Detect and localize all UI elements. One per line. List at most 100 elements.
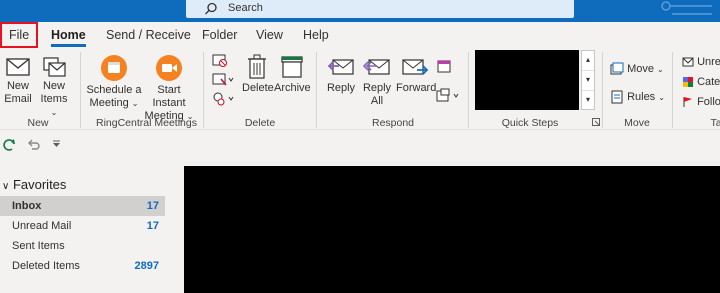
chevron-down-icon: ∨ [2,181,10,192]
archive-button[interactable]: Archive [274,54,311,95]
search-icon [205,2,217,15]
folder-inbox[interactable]: Inbox 17 [0,196,165,216]
group-separator [602,52,603,128]
message-list-redacted[interactable] [184,166,720,293]
group-label-delete: Delete [244,117,276,129]
group-label-new: New [27,117,49,129]
group-label-quick-steps: Quick Steps [501,117,559,129]
group-separator [672,52,673,128]
forward-label: Forward [396,82,437,94]
video-camera-icon [156,55,182,81]
delete-button[interactable]: Delete [242,54,274,95]
clean-up-button[interactable] [212,73,236,90]
new-email-label-1: New [6,80,29,92]
reply-all-button[interactable]: Reply All [360,54,394,108]
circuit-decoration-icon [661,1,712,15]
folder-deleted-items[interactable]: Deleted Items 2897 [0,256,165,276]
group-separator [80,52,81,128]
quick-steps-gallery[interactable] [475,50,579,110]
rules-button[interactable]: Rules ⌄ [610,90,665,104]
folder-unread-mail[interactable]: Unread Mail 17 [0,216,165,236]
send-receive-icon[interactable] [2,138,16,152]
reply-button[interactable]: Reply [324,54,358,95]
outlook-window: Search File Home Send / Receive Folder V… [0,0,720,293]
new-email-label-2: Email [4,93,32,105]
tab-folder[interactable]: Folder [202,28,237,42]
folder-pane: ∨ Favorites Inbox 17 Unread Mail 17 Sent… [0,160,180,293]
schedule-label-1: Schedule a [86,84,142,96]
more-icon[interactable]: ▾ [582,91,594,111]
calendar-icon [101,55,127,81]
folder-name: Inbox [12,200,42,212]
chevron-down-icon: ⌄ [50,108,58,117]
categorize-label: Categ [697,76,720,88]
follow-up-label: Follo [697,96,720,108]
forward-button[interactable]: Forward [396,54,437,95]
tab-view[interactable]: View [256,28,283,42]
move-button[interactable]: Move ⌄ [610,62,664,76]
schedule-meeting-button[interactable]: Schedule a Meeting ⌄ [86,54,142,110]
customize-toolbar-icon[interactable] [52,140,61,148]
im-icon [436,88,459,102]
follow-up-button[interactable]: Follo [682,96,720,108]
flag-icon [683,97,692,108]
ignore-button[interactable] [212,54,228,71]
group-separator [468,52,469,128]
reply-all-icon [363,59,390,75]
start-instant-meeting-button[interactable]: Start Instant Meeting ⌄ [140,54,198,123]
new-email-button[interactable]: New Email [2,56,34,106]
tab-help[interactable]: Help [303,28,329,42]
reply-icon [327,59,354,75]
new-items-label-1: New [42,80,65,92]
group-label-ringcentral: RingCentral Meetings [96,117,197,129]
meeting-reply-button[interactable] [436,58,452,77]
tab-home[interactable]: Home [51,28,86,47]
unread-count: 2897 [134,260,159,272]
junk-button[interactable] [212,92,236,109]
rules-icon [611,90,623,104]
categorize-button[interactable]: Categ [682,76,720,88]
clean-up-icon [212,73,234,86]
ignore-icon [212,54,227,67]
rules-label: Rules [627,90,656,103]
folder-name: Sent Items [12,240,65,252]
trash-icon [248,54,266,79]
archive-icon [281,56,303,78]
categorize-icon [683,77,693,88]
folder-name: Deleted Items [12,260,80,272]
favorites-header[interactable]: ∨ Favorites [2,177,66,192]
envelope-icon [6,58,30,76]
tab-send-receive[interactable]: Send / Receive [106,28,191,42]
junk-icon [213,92,234,106]
title-bar: Search [0,0,720,22]
folder-sent-items[interactable]: Sent Items [0,236,165,256]
new-items-icon [43,57,66,77]
unread-icon [682,57,694,67]
move-icon [610,62,624,75]
reply-all-label-2: All [370,95,384,107]
more-respond-button[interactable] [436,88,462,107]
unread-read-button[interactable]: Unre [682,56,720,68]
calendar-reply-icon [437,60,451,73]
search-placeholder: Search [228,2,263,14]
quick-steps-scroll[interactable]: ▴ ▾ ▾ [581,50,595,110]
reply-all-label-1: Reply [362,82,392,94]
scroll-down-icon[interactable]: ▾ [582,71,594,91]
folder-name: Unread Mail [12,220,72,232]
new-items-label-2: Items [40,93,68,105]
scroll-up-icon[interactable]: ▴ [582,51,594,71]
unread-label: Unre [697,56,720,68]
move-label: Move [627,62,654,75]
new-items-button[interactable]: New Items ⌄ [36,56,72,119]
tab-file[interactable]: File [0,22,38,48]
start-instant-label-1: Start Instant [152,84,186,109]
chevron-down-icon: ⌄ [131,99,139,108]
ribbon-tabs: File Home Send / Receive Folder View Hel… [0,22,720,50]
favorites-label: Favorites [12,177,67,192]
group-label-respond: Respond [371,117,415,129]
group-label-move: Move [624,117,650,129]
search-box[interactable]: Search [186,0,574,18]
undo-icon[interactable] [26,138,40,152]
dialog-launcher-icon[interactable] [592,118,600,126]
unread-count: 17 [146,220,159,232]
